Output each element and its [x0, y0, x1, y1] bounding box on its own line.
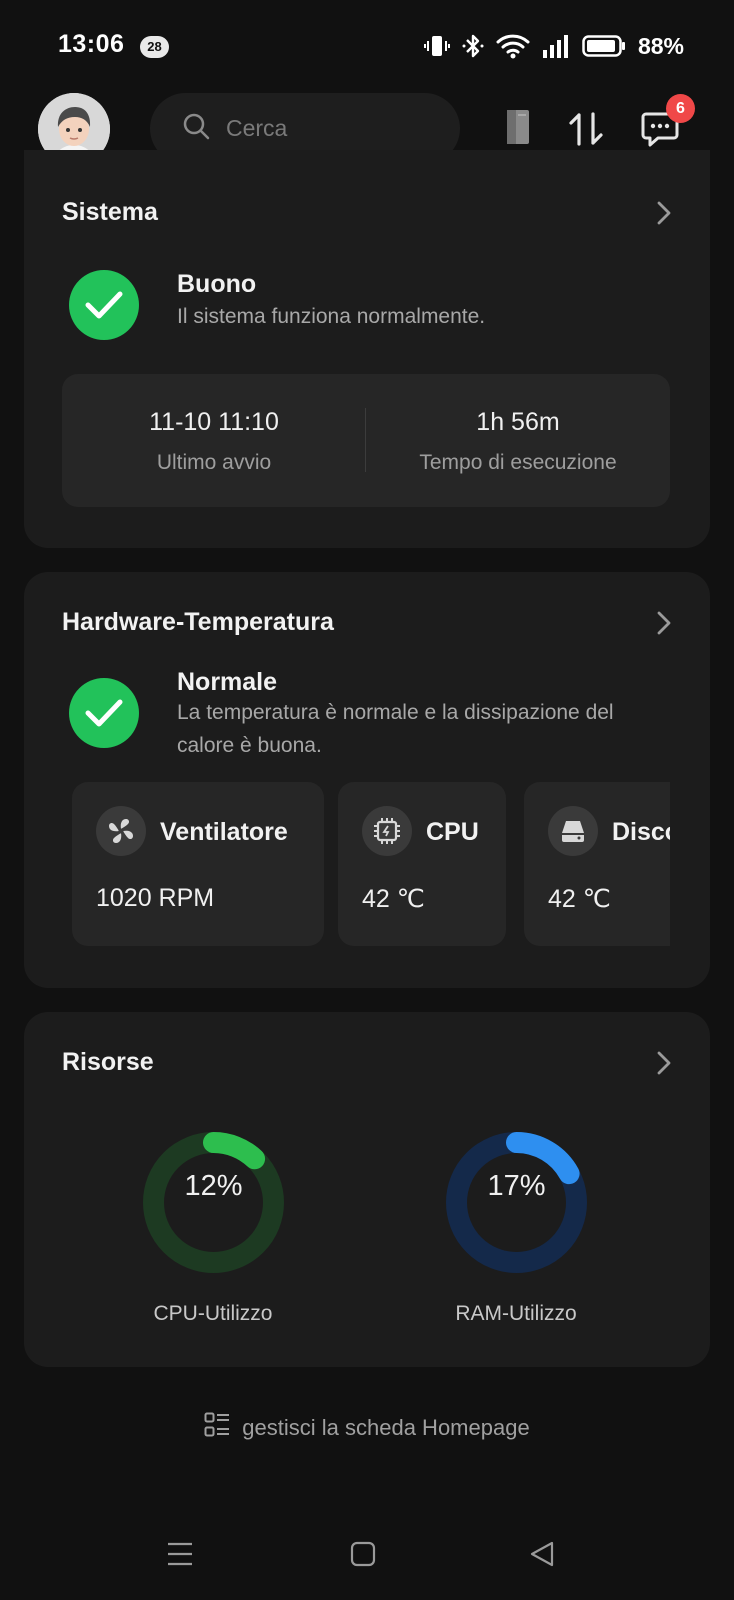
messages-badge: 6: [666, 94, 695, 123]
fan-tile[interactable]: Ventilatore 1020 RPM: [72, 782, 324, 946]
hardware-title: Hardware-Temperatura: [62, 608, 334, 636]
vibrate-icon: [423, 33, 450, 59]
cpu-tile[interactable]: CPU 42 ℃: [338, 782, 506, 946]
uptime-stat: 1h 56m Tempo di esecuzione: [366, 374, 670, 507]
bluetooth-icon: [462, 33, 484, 59]
chevron-right-icon[interactable]: [656, 1050, 672, 1081]
battery-icon: [582, 33, 626, 59]
battery-percent: 88%: [637, 32, 684, 59]
cpu-tile-value: 42 ℃: [362, 885, 425, 913]
disk-tile-name: Disco: [612, 818, 670, 846]
search-icon: [182, 112, 210, 145]
page: 13:06 28 88% Cerca 6 Sistema Buono Il si…: [0, 0, 734, 1600]
cpu-chip-icon: [362, 806, 412, 856]
hardware-status-desc: La temperatura è normale e la dissipazio…: [177, 696, 614, 762]
search-placeholder: Cerca: [226, 115, 288, 141]
sistema-status-title: Buono: [177, 270, 257, 298]
status-icons: 88%: [423, 30, 684, 62]
menu-icon[interactable]: [166, 1540, 194, 1573]
sistema-card[interactable]: Sistema Buono Il sistema funziona normal…: [24, 150, 710, 548]
risorse-title: Risorse: [62, 1048, 154, 1076]
back-icon[interactable]: [528, 1540, 556, 1573]
status-ok-icon: [69, 678, 139, 748]
chevron-right-icon[interactable]: [656, 610, 672, 641]
hardware-status-desc-line2: calore è buona.: [177, 734, 322, 757]
last-boot-stat: 11-10 11:10 Ultimo avvio: [62, 374, 366, 507]
fan-tile-name: Ventilatore: [160, 818, 288, 846]
sistema-status-desc: Il sistema funziona normalmente.: [177, 305, 486, 328]
fan-icon: [96, 806, 146, 856]
status-ok-icon: [69, 270, 139, 340]
disk-icon: [548, 806, 598, 856]
hardware-tiles-row[interactable]: Ventilatore 1020 RPM CPU 42 ℃ Disco 42 ℃: [72, 782, 670, 948]
manage-homepage-label: gestisci la scheda Homepage: [242, 1415, 530, 1440]
last-boot-value: 11-10 11:10: [149, 408, 279, 436]
ram-usage-label: RAM-Utilizzo: [455, 1302, 577, 1325]
last-boot-label: Ultimo avvio: [156, 451, 272, 474]
fan-tile-value: 1020 RPM: [96, 884, 215, 912]
sistema-title: Sistema: [62, 198, 158, 226]
notification-count-badge: 28: [140, 36, 169, 58]
system-stats-box: 11-10 11:10 Ultimo avvio 1h 56m Tempo di…: [62, 374, 670, 507]
cpu-tile-name: CPU: [426, 818, 479, 846]
disk-tile[interactable]: Disco 42 ℃: [524, 782, 670, 946]
cpu-usage-label: CPU-Utilizzo: [153, 1302, 273, 1325]
clock: 13:06: [58, 30, 125, 58]
cpu-usage-percent: 12%: [184, 1170, 243, 1202]
system-navigation-bar: [0, 1530, 734, 1580]
transfer-icon[interactable]: [568, 110, 604, 153]
status-bar: 13:06 28 88%: [0, 0, 734, 90]
wifi-icon: [496, 33, 530, 59]
home-icon[interactable]: [350, 1540, 376, 1573]
hardware-status-desc-line1: La temperatura è normale e la dissipazio…: [177, 701, 614, 724]
hardware-status-title: Normale: [177, 668, 278, 696]
nas-device-icon[interactable]: [504, 108, 532, 151]
list-grid-icon: [204, 1412, 230, 1444]
disk-tile-value: 42 ℃: [548, 885, 611, 913]
uptime-label: Tempo di esecuzione: [419, 451, 617, 474]
risorse-card[interactable]: Risorse 12% CPU-Utilizzo 17% RAM-Utilizz…: [24, 1012, 710, 1367]
signal-icon: [542, 33, 570, 59]
manage-homepage-link[interactable]: gestisci la scheda Homepage: [0, 1412, 734, 1444]
hardware-card[interactable]: Hardware-Temperatura Normale La temperat…: [24, 572, 710, 988]
chevron-right-icon[interactable]: [656, 200, 672, 231]
ram-usage-percent: 17%: [487, 1170, 546, 1202]
uptime-value: 1h 56m: [476, 408, 560, 436]
